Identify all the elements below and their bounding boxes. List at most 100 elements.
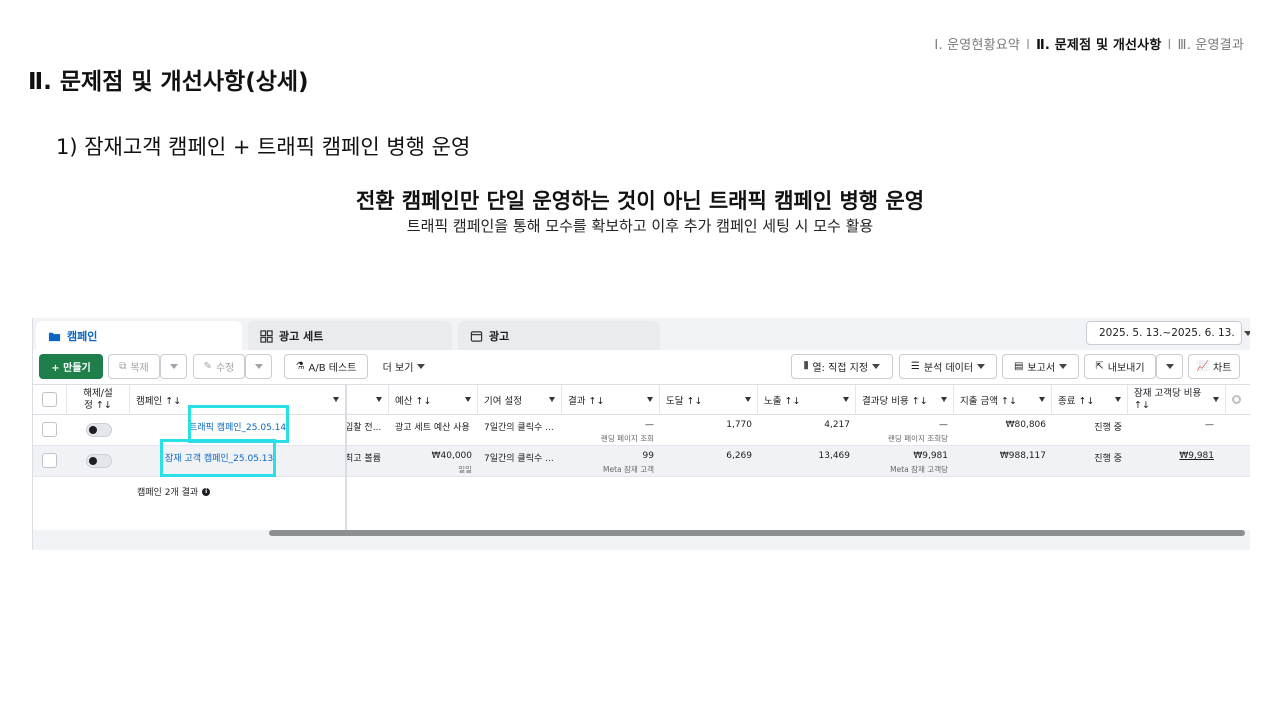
header-cost-per-result[interactable]: 결과당 비용 ↑↓ (856, 385, 954, 415)
export-icon: ⇱ (1095, 361, 1104, 372)
window-icon (470, 330, 483, 342)
cost-per-result-type: 랜딩 페이지 조회당 (888, 434, 948, 443)
header-onoff[interactable]: 해제/설 정 ↑↓ (67, 385, 130, 415)
campaign-toggle[interactable] (86, 423, 112, 437)
campaign-toggle[interactable] (86, 454, 112, 468)
header-ends[interactable]: 종료 ↑↓ (1052, 385, 1128, 415)
cost-per-lead-value[interactable]: ₩9,981 (1179, 451, 1214, 461)
columns-label: 열: 직접 지정 (812, 363, 869, 374)
duplicate-label: 복제 (130, 363, 149, 374)
folder-icon (48, 332, 61, 341)
header-amount-spent-label: 지출 금액 ↑↓ (960, 396, 1017, 407)
columns-button[interactable]: ⦀ 열: 직접 지정 (791, 354, 893, 379)
edit-dropdown[interactable] (245, 354, 272, 379)
reach-cell: 1,770 (660, 415, 758, 445)
cost-per-result-type: Meta 잠재 고객당 (890, 465, 948, 474)
export-button[interactable]: ⇱ 내보내기 (1084, 354, 1156, 379)
slide-subtitle: 1) 잠재고객 캠페인 + 트래픽 캠페인 병행 운영 (56, 135, 471, 159)
tab-campaign[interactable]: 캠페인 (36, 321, 242, 351)
chevron-down-icon (417, 364, 426, 369)
chevron-down-icon (977, 364, 986, 369)
chevron-down-icon (1213, 397, 1219, 402)
cost-per-result-value: ₩9,981 (913, 451, 948, 461)
impressions-value: 13,469 (818, 451, 851, 461)
chevron-down-icon (647, 397, 653, 402)
header-campaign-label: 캠페인 ↑↓ (136, 396, 182, 407)
export-dropdown[interactable] (1156, 354, 1183, 379)
bid-value: 최고 볼륨 (345, 454, 381, 464)
chevron-down-icon (745, 397, 751, 402)
report-icon: ▤ (1013, 361, 1024, 372)
tab-ad[interactable]: 광고 (458, 321, 660, 351)
chart-label: 차트 (1213, 363, 1232, 374)
slide-title: Ⅱ. 문제점 및 개선사항(상세) (28, 69, 309, 95)
ends-value: 진행 중 (1094, 454, 1122, 464)
chevron-down-icon (1039, 397, 1045, 402)
settings-icon[interactable] (1232, 395, 1241, 404)
header-cost-per-lead-label: 잠재 고객당 비용 ↑↓ (1134, 388, 1202, 411)
header-cost-per-lead[interactable]: 잠재 고객당 비용 ↑↓ (1128, 385, 1226, 415)
budget-cell: 광고 세트 예산 사용 (389, 415, 478, 445)
tab-adset[interactable]: 광고 세트 (248, 321, 452, 351)
nav-separator: Ⅰ (1026, 38, 1031, 53)
impressions-value: 4,217 (824, 420, 850, 430)
chart-button[interactable]: 📈 차트 (1188, 354, 1240, 379)
cost-per-lead-cell: — (1128, 415, 1220, 445)
select-all-checkbox[interactable] (42, 392, 57, 407)
amount-spent-cell: ₩988,117 (954, 446, 1052, 476)
frozen-column-divider (345, 384, 347, 530)
date-range-picker[interactable]: 2025. 5. 13.~2025. 6. 13. (1086, 321, 1250, 345)
results-value: 99 (642, 451, 654, 461)
header-reach-label: 도달 ↑↓ (666, 396, 703, 407)
ads-manager-screenshot: 캠페인 광고 세트 광고 2025. 5. 13.~2025. 6. 13. +… (32, 318, 1250, 550)
cost-per-lead-value: — (1205, 420, 1214, 430)
header-amount-spent[interactable]: 지출 금액 ↑↓ (954, 385, 1052, 415)
ends-cell: 진행 중 (1052, 446, 1128, 476)
copy-icon: ⧉ (119, 361, 127, 372)
header-bid[interactable] (347, 385, 389, 415)
chart-icon: 📈 (1196, 361, 1210, 372)
row-checkbox[interactable] (42, 453, 57, 468)
horizontal-scrollbar[interactable] (269, 530, 1245, 536)
header-results[interactable]: 결과 ↑↓ (562, 385, 660, 415)
breakdown-label: 분석 데이터 (923, 363, 974, 374)
ends-value: 진행 중 (1094, 423, 1122, 433)
cost-per-result-cell: — 랜딩 페이지 조회당 (856, 415, 954, 445)
date-range-label: 2025. 5. 13.~2025. 6. 13. (1099, 327, 1235, 339)
reach-value: 6,269 (726, 451, 752, 461)
ab-test-button[interactable]: ⚗ A/B 테스트 (284, 354, 368, 379)
duplicate-dropdown[interactable] (160, 354, 187, 379)
budget-type: 일일 (458, 465, 472, 474)
header-impressions-label: 노출 ↑↓ (764, 396, 801, 407)
info-icon[interactable]: i (202, 487, 211, 496)
cost-per-result-cell: ₩9,981 Meta 잠재 고객당 (856, 446, 954, 476)
results-cell: 99 Meta 잠재 고객 (562, 446, 660, 476)
breakdown-button[interactable]: ☰ 분석 데이터 (899, 354, 997, 379)
edit-button[interactable]: ✎ 수정 (193, 354, 245, 379)
more-button[interactable]: 더 보기 (375, 354, 433, 379)
export-label: 내보내기 (1107, 363, 1145, 374)
header-impressions[interactable]: 노출 ↑↓ (758, 385, 856, 415)
header-attribution[interactable]: 기여 설정 (478, 385, 562, 415)
result-count: 캠페인 2개 결과 i (137, 485, 211, 498)
cost-per-lead-cell: ₩9,981 (1128, 446, 1220, 476)
header-budget-label: 예산 ↑↓ (395, 396, 432, 407)
duplicate-button[interactable]: ⧉ 복제 (108, 354, 160, 379)
amount-spent-value: ₩988,117 (999, 451, 1046, 461)
header-budget[interactable]: 예산 ↑↓ (389, 385, 478, 415)
flask-icon: ⚗ (295, 361, 305, 372)
create-button[interactable]: + 만들기 (39, 354, 103, 379)
header-ends-label: 종료 ↑↓ (1058, 396, 1095, 407)
results-value: — (645, 420, 654, 430)
budget-value: ₩40,000 (431, 451, 472, 461)
nav-item-results: Ⅲ. 운영결과 (1177, 38, 1244, 53)
ab-test-label: A/B 테스트 (308, 363, 357, 374)
header-reach[interactable]: 도달 ↑↓ (660, 385, 758, 415)
results-type: 랜딩 페이지 조회 (600, 434, 654, 443)
amount-spent-cell: ₩80,806 (954, 415, 1052, 445)
section-nav: Ⅰ. 운영현황요약 Ⅰ Ⅱ. 문제점 및 개선사항 Ⅰ Ⅲ. 운영결과 (934, 34, 1244, 53)
attribution-value: 7일간의 클릭수 ... (484, 423, 554, 433)
row-checkbox[interactable] (42, 422, 57, 437)
reach-value: 1,770 (726, 420, 752, 430)
reports-button[interactable]: ▤ 보고서 (1002, 354, 1079, 379)
